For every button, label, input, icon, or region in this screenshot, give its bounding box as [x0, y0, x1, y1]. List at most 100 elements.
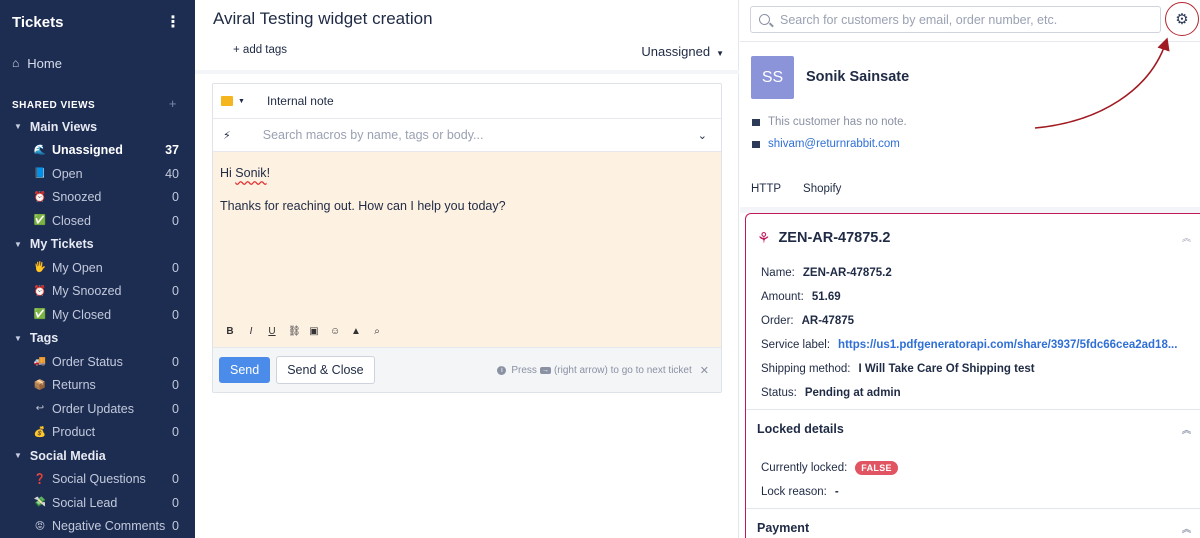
chevron-up-icon[interactable]: ︽ [1182, 423, 1191, 436]
customer-search [750, 6, 1161, 33]
sidebar-group[interactable]: ▼ Main Views [0, 115, 195, 139]
tab-shopify[interactable]: Shopify [803, 183, 841, 195]
widget-field-row: Shipping method: I Will Take Care Of Ship… [746, 357, 1200, 381]
view-count: 0 [172, 472, 179, 487]
locked-details-header[interactable]: Locked details ︽ [746, 409, 1200, 448]
sidebar-item[interactable]: ✅ My Closed 0 [0, 303, 195, 327]
add-view-icon[interactable]: + [169, 96, 177, 111]
greeting-suffix: ! [266, 166, 271, 180]
image-icon[interactable]: ▣ [309, 325, 319, 340]
emoji-icon[interactable]: ☺ [330, 325, 340, 340]
chevron-up-icon[interactable]: ︽ [1182, 522, 1191, 535]
sidebar-item[interactable]: 💰 Product 0 [0, 421, 195, 445]
field-value[interactable]: https://us1.pdfgeneratorapi.com/share/39… [838, 339, 1177, 351]
message-body: Thanks for reaching out. How can I help … [220, 199, 506, 214]
sidebar-item-label: My Snoozed [52, 284, 122, 299]
field-value: ZEN-AR-47875.2 [802, 267, 892, 279]
payment-header[interactable]: Payment ︽ [746, 508, 1200, 538]
sidebar-item[interactable]: ⏰ My Snoozed 0 [0, 280, 195, 304]
send-button[interactable]: Send [219, 357, 271, 383]
customer-search-input[interactable] [780, 12, 1160, 27]
caret-down-icon: ▼ [14, 239, 22, 249]
field-label: Order: [761, 315, 794, 327]
field-value: Pending at admin [804, 387, 901, 399]
customer-email-text: shivam@returnrabbit.com [768, 138, 900, 150]
ticket-title[interactable]: Aviral Testing widget creation [213, 9, 433, 29]
sidebar-group-label: Tags [29, 331, 59, 346]
view-emoji-icon: 📦 [33, 379, 47, 391]
shared-views-label: SHARED VIEWS [12, 100, 96, 111]
customer-panel: ⚙ SS Sonik Sainsate This customer has no… [740, 0, 1200, 538]
gear-icon: ⚙ [1175, 11, 1189, 28]
assignee-dropdown[interactable]: Unassigned ▼ [641, 44, 724, 59]
sidebar-item[interactable]: ✅ Closed 0 [0, 209, 195, 233]
chevron-up-icon[interactable]: ︽ [1182, 231, 1191, 244]
composer-actions: Send Send & Close i Press → (right arrow… [213, 347, 721, 392]
shopify-icon[interactable]: ▲ [351, 325, 361, 340]
caret-down-icon: ▼ [716, 49, 724, 58]
caret-down-icon: ▼ [14, 451, 22, 461]
close-icon[interactable]: ✕ [700, 364, 709, 377]
hint-prefix: Press [511, 365, 537, 376]
widget-fields: Name: ZEN-AR-47875.2 Amount: 51.69 Order: AR-… [746, 261, 1200, 405]
sidebar-item-label: Open [52, 166, 83, 181]
add-tags-button[interactable]: + add tags [233, 44, 287, 56]
customer-note[interactable]: This customer has no note. [752, 116, 907, 128]
sidebar-item-home[interactable]: ⌂ Home [0, 45, 195, 81]
view-count: 0 [172, 260, 179, 275]
lightning-icon: ⚡ [223, 129, 231, 142]
message-editor[interactable]: Hi Sonik! Thanks for reaching out. How c… [213, 152, 721, 347]
view-count: 0 [172, 307, 179, 322]
widget-field-row: Order: AR-47875 [746, 309, 1200, 333]
view-count: 0 [172, 425, 179, 440]
sidebar-item[interactable]: 😡 Negative Comments 0 [0, 515, 195, 538]
sidebar-item-label: Closed [52, 213, 91, 228]
view-emoji-icon: 💰 [33, 426, 47, 438]
view-emoji-icon: 💸 [33, 497, 47, 509]
sidebar-group[interactable]: ▼ Social Media [0, 444, 195, 468]
view-emoji-icon: ⏰ [33, 285, 47, 297]
sidebar-item[interactable]: ⏰ Snoozed 0 [0, 186, 195, 210]
sidebar-item-label: Negative Comments [52, 519, 166, 534]
sidebar-group[interactable]: ▼ My Tickets [0, 233, 195, 257]
tab-http[interactable]: HTTP [751, 183, 781, 195]
sidebar-item[interactable]: 🌊 Unassigned 37 [0, 139, 195, 163]
sidebar-group[interactable]: ▼ Tags [0, 327, 195, 351]
sidebar-item[interactable]: 💸 Social Lead 0 [0, 491, 195, 515]
view-count: 0 [172, 284, 179, 299]
field-label: Service label: [761, 339, 831, 351]
view-emoji-icon: ⏰ [33, 191, 47, 203]
macro-search[interactable]: ⚡ Search macros by name, tags or body...… [213, 119, 721, 152]
send-and-close-button[interactable]: Send & Close [276, 356, 375, 384]
chevron-down-icon[interactable]: ⌄ [698, 129, 707, 142]
view-emoji-icon: ↩ [35, 403, 45, 415]
sidebar-item[interactable]: 🚚 Order Status 0 [0, 350, 195, 374]
widget-field-row: Amount: 51.69 [746, 285, 1200, 309]
sidebar-item[interactable]: 📦 Returns 0 [0, 374, 195, 398]
customer-name[interactable]: Sonik Sainsate [806, 69, 909, 85]
divider [195, 70, 739, 74]
view-count: 40 [165, 166, 179, 181]
sidebar-item[interactable]: ↩ Order Updates 0 [0, 397, 195, 421]
sidebar-item[interactable]: ❓ Social Questions 0 [0, 468, 195, 492]
field-value: 51.69 [811, 291, 841, 303]
sidebar-view-groups: ▼ Main Views 🌊 Unassigned 37 📘 Open 40 ⏰ Snoozed 0… [0, 115, 195, 538]
more-options-icon[interactable]: ⋮ [165, 14, 181, 31]
customer-email[interactable]: shivam@returnrabbit.com [752, 138, 900, 150]
home-icon: ⌂ [12, 56, 20, 70]
underline-icon[interactable]: U [267, 325, 277, 340]
italic-icon[interactable]: I [246, 325, 256, 340]
link-icon[interactable]: ⛓ [288, 325, 301, 340]
sidebar-header: Tickets ⋮ [0, 0, 195, 45]
channel-selector[interactable]: ▼ Internal note [213, 84, 721, 119]
sidebar-item[interactable]: 📘 Open 40 [0, 162, 195, 186]
sidebar-item-label: My Closed [52, 307, 112, 322]
attachment-icon[interactable]: ⌕ [372, 325, 382, 340]
sidebar-item[interactable]: 🖐 My Open 0 [0, 256, 195, 280]
search-icon [759, 14, 770, 25]
settings-button[interactable]: ⚙ [1165, 2, 1199, 36]
currently-locked-row: Currently locked: FALSE [746, 456, 1200, 480]
view-count: 0 [172, 213, 179, 228]
view-emoji-icon: 🌊 [33, 144, 47, 156]
bold-icon[interactable]: B [225, 325, 235, 340]
